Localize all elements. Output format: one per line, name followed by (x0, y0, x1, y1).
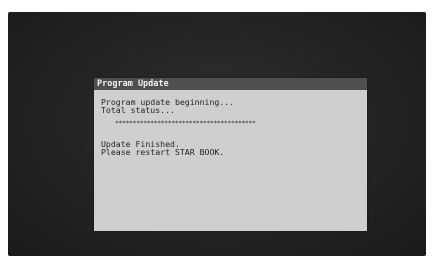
dialog-title: Program Update (97, 79, 169, 89)
restart-instruction-message: Please restart STAR BOOK. (101, 147, 225, 157)
program-update-dialog: Program Update Program update beginning.… (94, 78, 367, 231)
progress-indicator: **************************************** (115, 120, 256, 127)
device-screen: Program Update Program update beginning.… (8, 12, 426, 256)
dialog-titlebar: Program Update (94, 78, 367, 90)
status-line-total: Total status... (101, 105, 175, 115)
photo-frame: Program Update Program update beginning.… (0, 0, 437, 266)
